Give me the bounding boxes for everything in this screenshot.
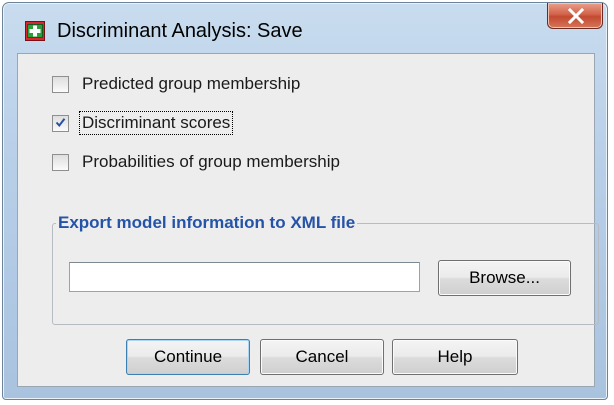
probabilities-checkbox[interactable] (52, 153, 69, 171)
xml-file-path-input[interactable] (69, 262, 420, 292)
continue-button[interactable]: Continue (126, 339, 250, 375)
title-bar[interactable]: Discriminant Analysis: Save (3, 3, 607, 53)
export-xml-group-title: Export model information to XML file (56, 213, 358, 233)
dialog-window: Discriminant Analysis: Save Predicted gr… (2, 2, 608, 400)
option-discriminant-scores[interactable]: Discriminant scores (52, 109, 234, 137)
checkmark-icon (55, 117, 66, 127)
browse-button[interactable]: Browse... (438, 260, 571, 296)
probabilities-label: Probabilities of group membership (82, 152, 340, 171)
cancel-button[interactable]: Cancel (260, 339, 384, 375)
predicted-group-label: Predicted group membership (82, 74, 301, 93)
discriminant-scores-checkbox[interactable] (52, 114, 69, 132)
option-probabilities[interactable]: Probabilities of group membership (52, 148, 342, 176)
window-title: Discriminant Analysis: Save (57, 20, 303, 42)
close-icon (567, 7, 585, 25)
dialog-client-area: Predicted group membership Discriminant … (17, 53, 599, 387)
help-button[interactable]: Help (392, 339, 518, 375)
option-predicted-group[interactable]: Predicted group membership (52, 70, 302, 98)
spss-dialog-icon (25, 21, 45, 41)
predicted-group-checkbox[interactable] (52, 75, 69, 93)
close-button[interactable] (547, 3, 603, 29)
discriminant-scores-label: Discriminant scores (78, 111, 234, 135)
